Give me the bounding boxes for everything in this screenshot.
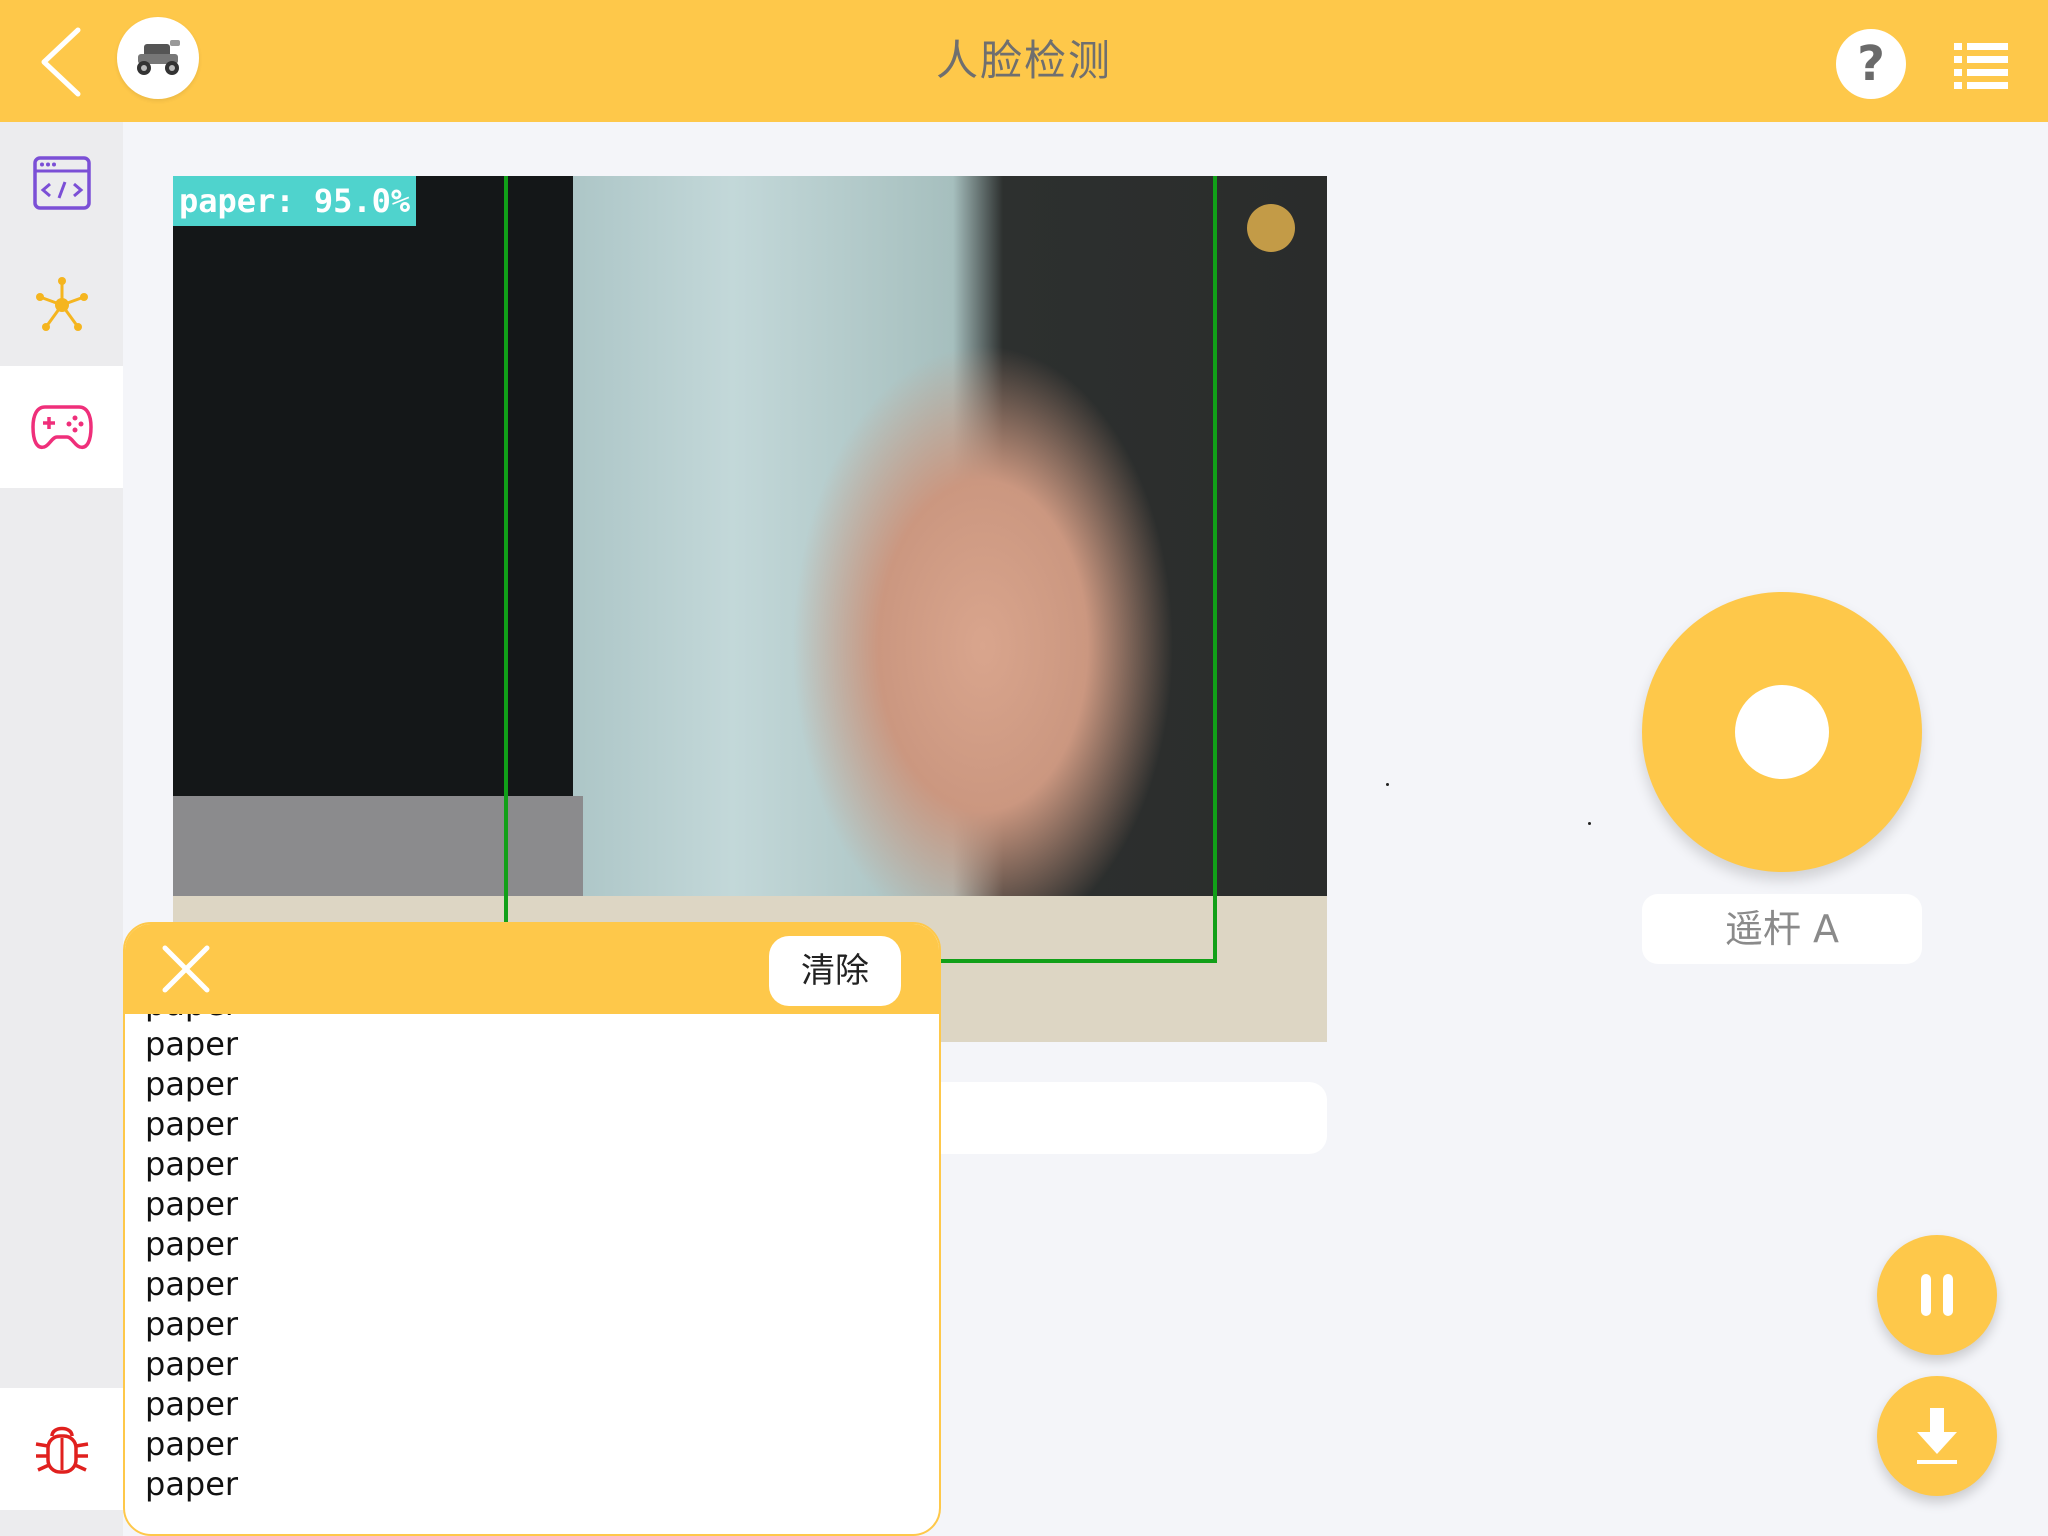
joystick-a[interactable] [1642, 592, 1922, 872]
robot-car-icon [137, 40, 180, 75]
log-line: paper [145, 1225, 239, 1263]
log-line: paper [145, 1145, 239, 1183]
console-close-button[interactable] [161, 944, 211, 994]
page-title: 人脸检测 [935, 36, 1112, 85]
close-icon [162, 945, 210, 993]
back-button[interactable] [34, 24, 94, 100]
menu-button[interactable] [1954, 41, 2008, 89]
download-button[interactable] [1877, 1376, 1997, 1496]
sidebar [0, 122, 123, 1536]
console-log[interactable]: paper paper paper paper paper paper pape… [125, 1014, 939, 1534]
log-line: paper [145, 1014, 238, 1024]
speck [1588, 822, 1591, 825]
gamepad-icon [30, 405, 93, 450]
list-menu-icon [1954, 43, 2008, 89]
log-line: paper [145, 1065, 239, 1103]
camera-marker [1247, 204, 1295, 252]
help-icon: ? [1857, 36, 1885, 92]
log-line: paper [145, 1305, 239, 1343]
console-header: 清除 [125, 924, 939, 1014]
help-button[interactable]: ? [1836, 29, 1906, 99]
log-line: paper [145, 1345, 239, 1383]
log-line: paper [145, 1105, 239, 1143]
log-line: paper [145, 1465, 239, 1503]
log-line: paper [145, 1025, 239, 1063]
robot-avatar[interactable] [117, 17, 199, 99]
speck [1386, 783, 1389, 786]
log-line: paper [145, 1425, 239, 1463]
camera-feed: paper: 95.0% [173, 176, 1327, 1042]
joystick-label: 遥杆 A [1642, 894, 1922, 964]
console-clear-button[interactable]: 清除 [769, 936, 901, 1006]
pause-icon [1921, 1274, 1953, 1316]
pause-button[interactable] [1877, 1235, 1997, 1355]
bug-icon [35, 1426, 88, 1474]
chevron-left-icon [41, 27, 81, 97]
download-icon [1917, 1408, 1957, 1464]
top-bar: 人脸检测 ? [0, 0, 2048, 122]
sidebar-item-code[interactable] [0, 122, 123, 244]
console-panel: 清除 paper paper paper paper paper paper p… [123, 922, 941, 1536]
sidebar-item-network[interactable] [0, 244, 123, 366]
sidebar-item-gamepad[interactable] [0, 366, 123, 488]
joystick-knob[interactable] [1735, 685, 1829, 779]
log-line: paper [145, 1265, 239, 1303]
sidebar-item-debug[interactable] [0, 1388, 123, 1510]
log-line: paper [145, 1385, 239, 1423]
detection-label: paper: 95.0% [173, 176, 417, 226]
code-window-icon [32, 156, 91, 210]
detection-box [504, 176, 1217, 963]
log-line: paper [145, 1185, 239, 1223]
network-hub-icon [35, 277, 88, 331]
